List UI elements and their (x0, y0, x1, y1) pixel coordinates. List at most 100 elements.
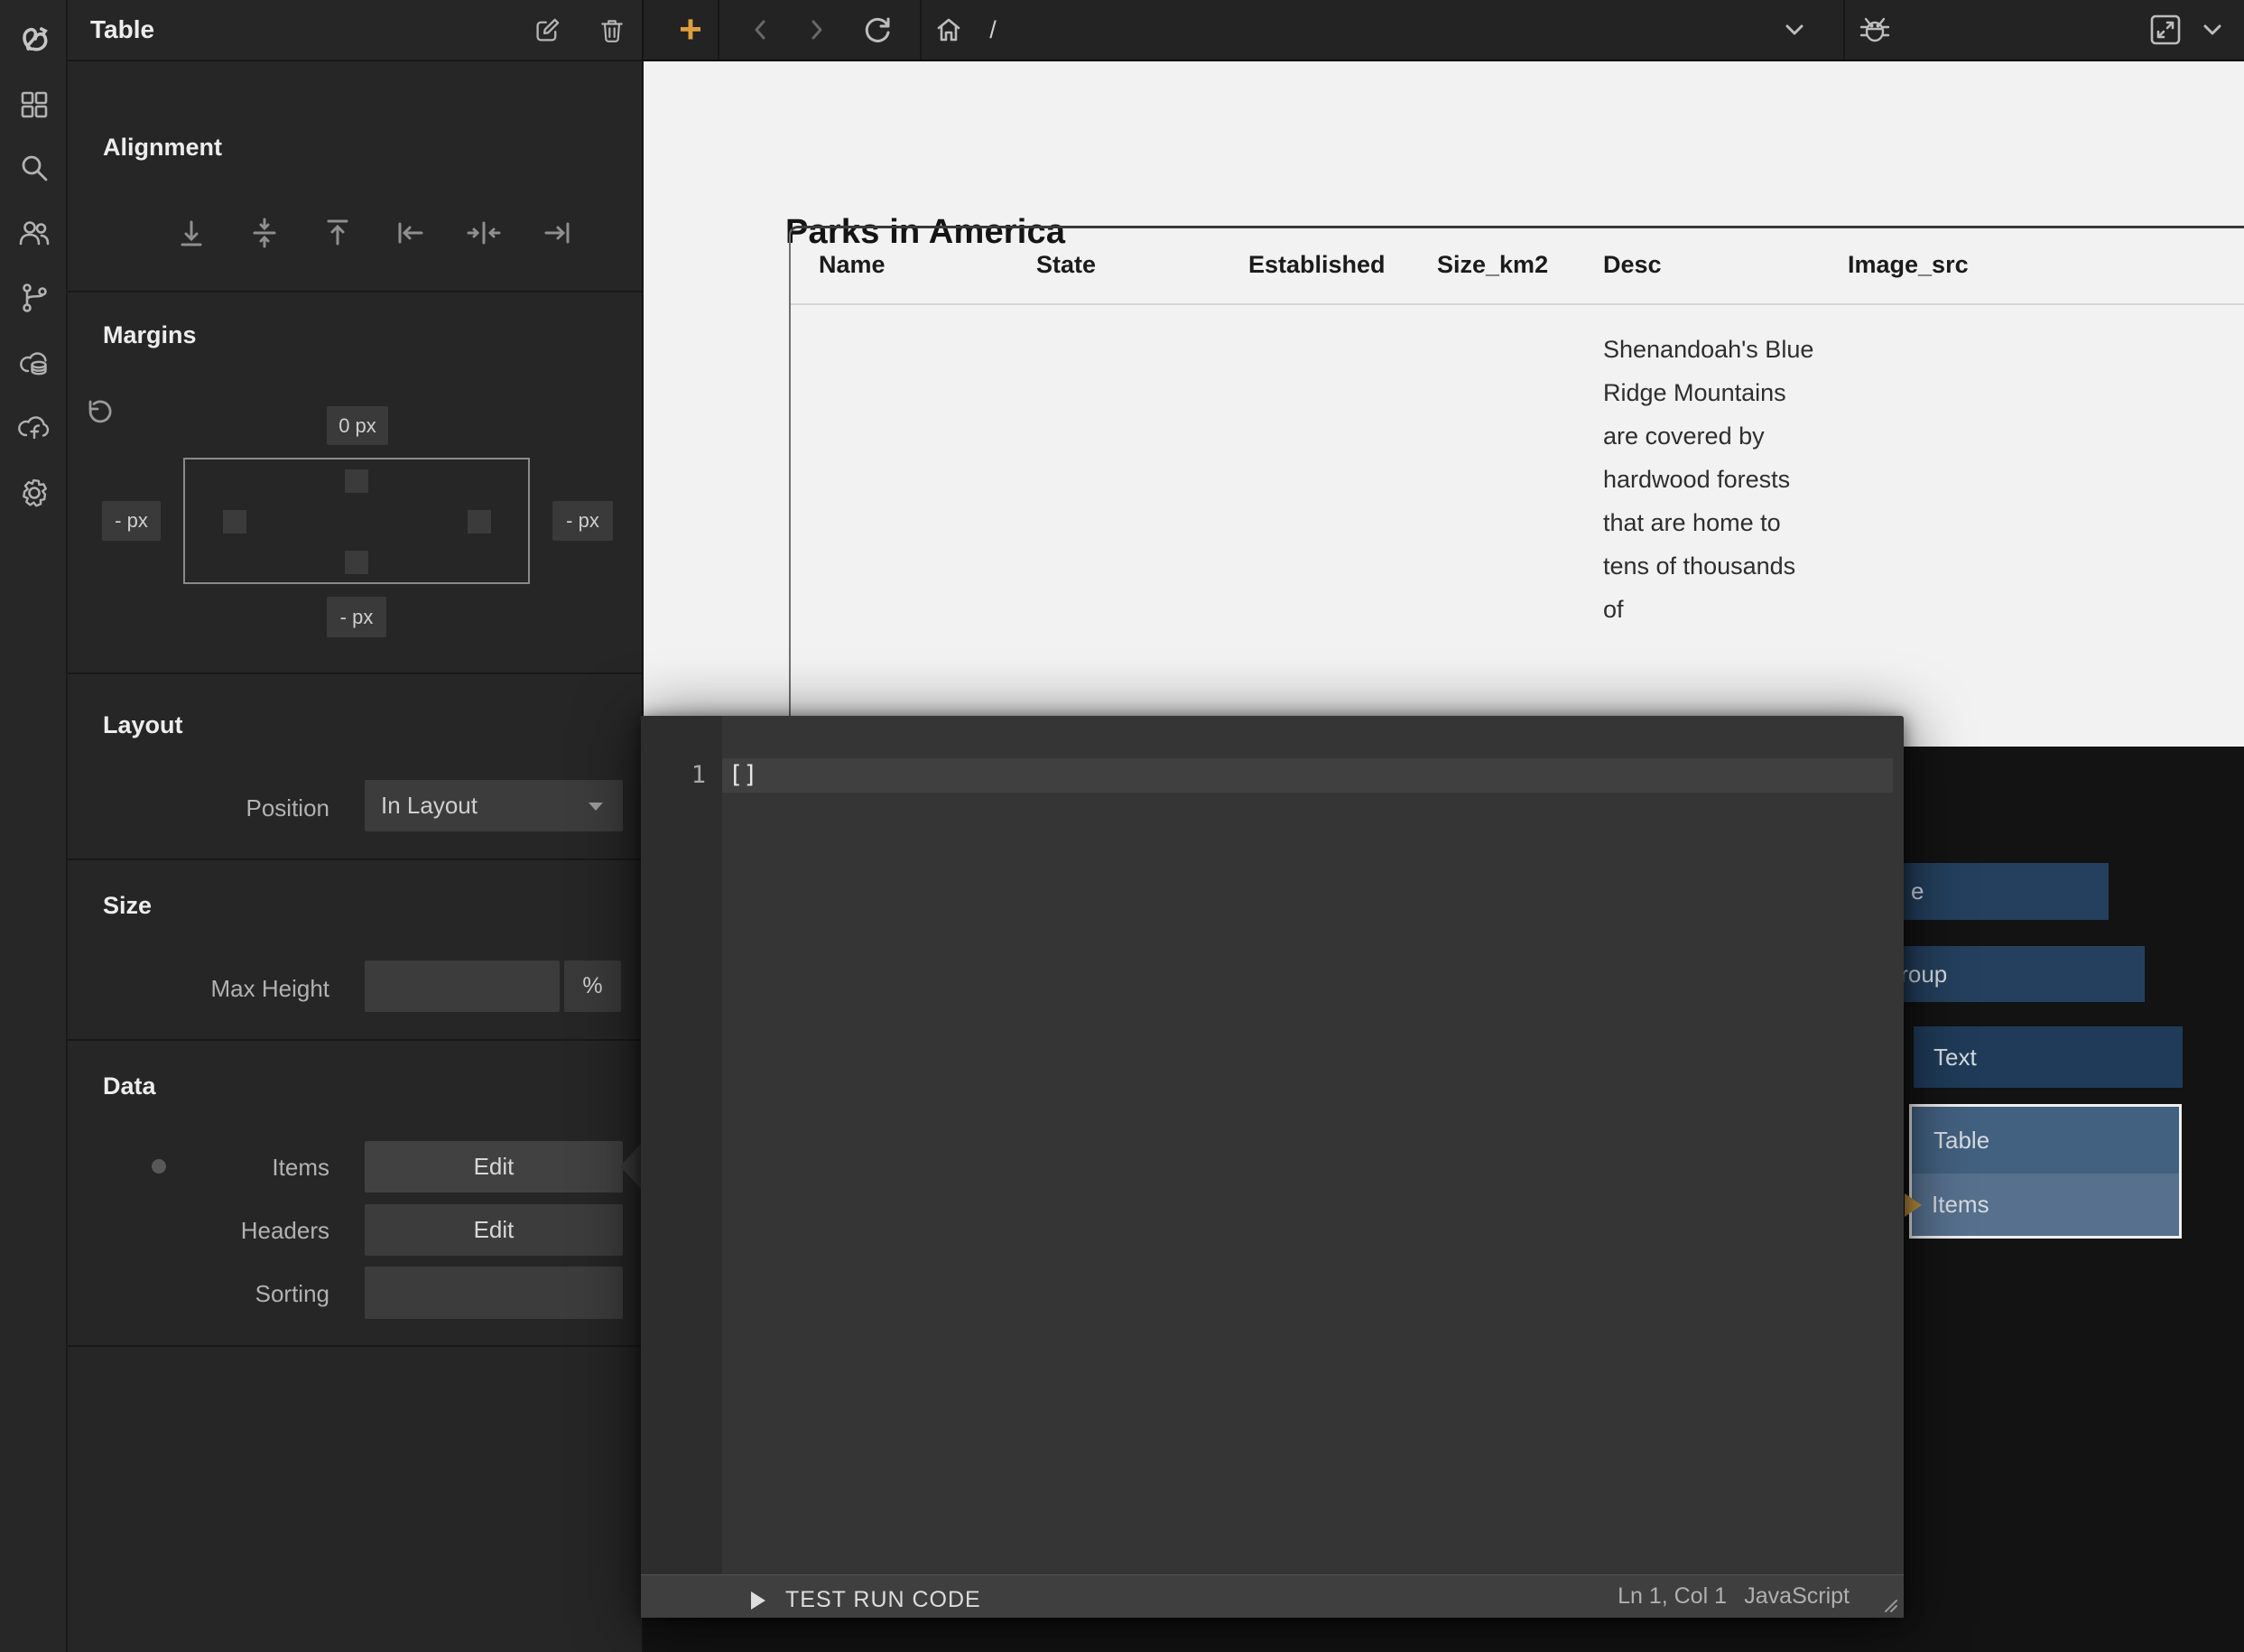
inspector-panel: Table Alignment (68, 0, 644, 1652)
tree-node-table-selected[interactable]: Table Items (1909, 1104, 2182, 1239)
align-top-button[interactable] (320, 215, 356, 251)
align-right-icon (539, 215, 575, 251)
run-code-button[interactable]: TEST RUN CODE (751, 1587, 981, 1613)
tree-node-table-row[interactable]: Table (1912, 1107, 2179, 1174)
position-select[interactable]: In Layout (365, 780, 623, 831)
popover-arrow (620, 1143, 642, 1190)
delete-component-button[interactable] (599, 17, 625, 44)
margin-right-handle[interactable] (468, 510, 491, 534)
margin-top-input[interactable]: 0 px (327, 406, 388, 445)
parks-table[interactable]: Name State Established Size_km2 Desc Ima… (789, 226, 2244, 747)
grid-icon (18, 88, 51, 121)
headers-label: Headers (68, 1217, 329, 1245)
margin-top-handle[interactable] (345, 469, 368, 493)
refresh-button[interactable] (858, 0, 897, 60)
column-header-desc[interactable]: Desc (1603, 251, 1662, 279)
nav-pages-button[interactable] (16, 87, 52, 123)
items-marker-icon (1905, 1193, 1922, 1217)
column-header-name[interactable]: Name (819, 251, 886, 279)
preview-fullscreen-button[interactable] (2144, 0, 2187, 60)
tree-node-items-row[interactable]: Items (1912, 1174, 2179, 1236)
items-label: Items (68, 1154, 329, 1182)
language-badge[interactable]: JavaScript (1744, 1583, 1850, 1610)
app-logo[interactable] (16, 20, 52, 56)
chevron-down-icon (589, 803, 603, 811)
cursor-position: Ln 1, Col 1 (1618, 1583, 1727, 1610)
align-bottom-icon (173, 215, 209, 251)
max-height-unit-button[interactable]: % (564, 961, 621, 1012)
chevron-down-icon (1782, 17, 1807, 42)
debug-button[interactable] (1853, 0, 1896, 60)
resize-handle-icon[interactable] (1880, 1595, 1898, 1613)
table-header-divider (791, 303, 2244, 305)
editor-active-line[interactable] (722, 758, 1893, 793)
reset-icon (83, 397, 114, 428)
inspector-header: Table (68, 0, 642, 61)
align-center-vertical-button[interactable] (246, 215, 283, 251)
margin-left-input[interactable]: - px (102, 501, 161, 541)
logo-icon (16, 20, 52, 56)
margin-bottom-input[interactable]: - px (327, 597, 386, 637)
align-right-button[interactable] (539, 215, 575, 251)
nav-settings-button[interactable] (16, 475, 52, 511)
top-toolbar: + / (644, 0, 2244, 61)
column-header-established[interactable]: Established (1248, 251, 1386, 279)
align-center-horizontal-button[interactable] (466, 215, 502, 251)
sorting-input[interactable] (365, 1267, 623, 1319)
breadcrumb[interactable]: / (979, 0, 1006, 60)
inspector-title: Table (90, 15, 154, 44)
refresh-icon (862, 14, 893, 45)
nav-back-button[interactable] (741, 0, 781, 60)
reset-margins-button[interactable] (83, 397, 114, 428)
sorting-label: Sorting (68, 1280, 329, 1308)
max-height-input[interactable] (365, 961, 560, 1012)
items-edit-button[interactable]: Edit (365, 1141, 623, 1193)
section-heading-layout: Layout (103, 711, 183, 739)
editor-footer: TEST RUN CODE Ln 1, Col 1 JavaScript (641, 1574, 1904, 1618)
users-icon (17, 216, 51, 250)
section-divider (68, 1345, 642, 1347)
column-header-size-km2[interactable]: Size_km2 (1437, 251, 1548, 279)
column-header-state[interactable]: State (1036, 251, 1096, 279)
nav-forward-button[interactable] (796, 0, 836, 60)
margin-left-handle[interactable] (223, 510, 246, 534)
line-number: 1 (641, 758, 706, 793)
margin-bottom-handle[interactable] (345, 551, 368, 574)
bug-icon (1859, 14, 1891, 46)
alignment-options (173, 215, 643, 251)
column-header-image-src[interactable]: Image_src (1848, 251, 1969, 279)
nav-users-button[interactable] (16, 215, 52, 251)
expand-icon (2148, 13, 2183, 47)
app-canvas[interactable]: Parks in America Name State Established … (644, 61, 2244, 747)
margin-right-input[interactable]: - px (552, 501, 613, 541)
table-cell-desc[interactable]: Shenandoah's Blue Ridge Mountains are co… (1603, 328, 1818, 631)
home-icon (934, 15, 963, 44)
nav-search-button[interactable] (16, 150, 52, 186)
home-button[interactable] (929, 0, 969, 60)
margins-diagram (183, 458, 530, 584)
headers-edit-button[interactable]: Edit (365, 1204, 623, 1256)
code-editor-popover: 1 [] TEST RUN CODE Ln 1, Col 1 JavaScrip… (641, 716, 1904, 1618)
edit-icon (533, 17, 561, 44)
section-divider (68, 673, 642, 674)
align-left-button[interactable] (393, 215, 429, 251)
nav-flows-button[interactable] (16, 280, 52, 316)
gear-icon (16, 475, 52, 511)
align-bottom-button[interactable] (173, 215, 209, 251)
trash-icon (599, 17, 625, 44)
page-selector-button[interactable] (1776, 0, 1813, 60)
play-icon (751, 1592, 765, 1610)
chevron-left-icon (747, 16, 774, 43)
nav-functions-button[interactable] (16, 408, 52, 444)
toolbar-divider (920, 0, 922, 60)
nav-data-sources-button[interactable] (16, 345, 52, 381)
code-content[interactable]: [] (728, 758, 758, 793)
tree-node-text[interactable]: Text (1914, 1026, 2183, 1088)
section-heading-margins: Margins (103, 321, 197, 349)
section-heading-data: Data (103, 1072, 156, 1100)
align-center-vertical-icon (246, 215, 283, 251)
add-component-button[interactable]: + (665, 0, 716, 60)
rename-component-button[interactable] (533, 17, 561, 44)
plus-icon: + (679, 3, 702, 57)
preview-options-button[interactable] (2194, 0, 2230, 60)
